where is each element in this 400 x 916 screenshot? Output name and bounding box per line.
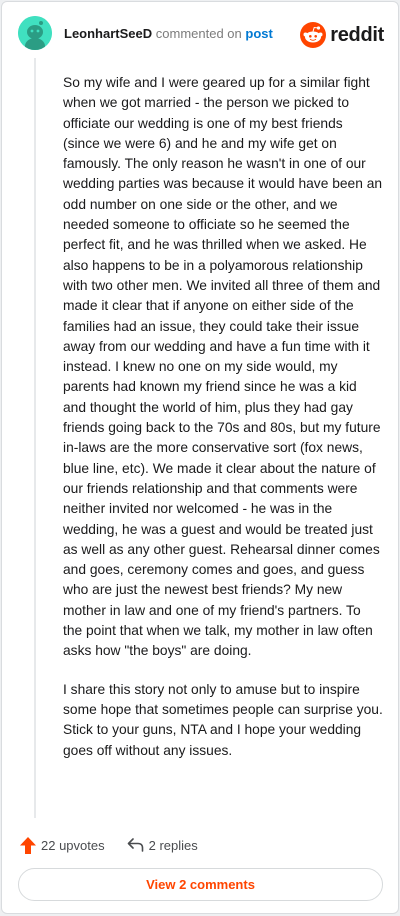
reply-arrow-icon [127, 838, 143, 852]
thread-line[interactable] [34, 58, 36, 818]
brand-wordmark: reddit [330, 23, 384, 46]
upvote-count: 22 upvotes [41, 837, 105, 853]
comment-card: LeonhartSeeD commented on post reddit So… [1, 1, 399, 914]
upvote-button[interactable]: 22 upvotes [20, 836, 105, 854]
reddit-logo-icon [300, 22, 327, 48]
comment-paragraph: I share this story not only to amuse but… [63, 681, 383, 758]
view-comments-button[interactable]: View 2 comments [18, 868, 383, 901]
reddit-brand[interactable]: reddit [300, 22, 384, 48]
snoo-avatar-icon[interactable] [18, 16, 52, 50]
comment-header: LeonhartSeeD commented on post reddit [2, 2, 398, 66]
reply-count: 2 replies [148, 837, 198, 853]
replies-button[interactable]: 2 replies [127, 838, 198, 853]
post-link[interactable]: post [245, 26, 272, 41]
comment-paragraph: So my wife and I were geared up for a si… [63, 75, 383, 659]
byline: LeonhartSeeD commented on post [64, 26, 273, 42]
upvote-arrow-icon [20, 836, 36, 854]
comment-body: So my wife and I were geared up for a si… [63, 73, 383, 779]
action-text: commented on [155, 26, 242, 41]
username-link[interactable]: LeonhartSeeD [64, 26, 152, 41]
comment-footer: 22 upvotes 2 replies [20, 834, 220, 856]
